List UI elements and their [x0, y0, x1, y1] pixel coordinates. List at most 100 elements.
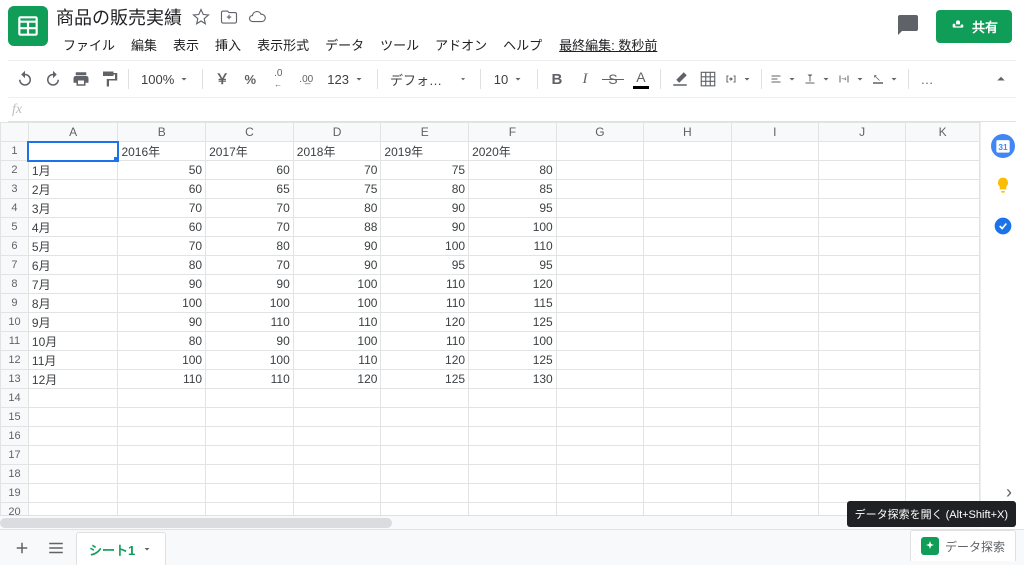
row-header[interactable]: 10 [1, 313, 29, 332]
strikethrough-button[interactable]: S [600, 66, 626, 92]
borders-button[interactable] [695, 66, 721, 92]
cell[interactable] [644, 294, 731, 313]
bold-button[interactable]: B [544, 66, 570, 92]
cell[interactable] [731, 161, 818, 180]
number-format-select[interactable]: 123 [321, 66, 371, 92]
cell[interactable] [118, 446, 206, 465]
cell[interactable] [469, 389, 557, 408]
cell[interactable] [206, 446, 294, 465]
cell[interactable] [293, 389, 381, 408]
row-header[interactable]: 18 [1, 465, 29, 484]
cell[interactable] [118, 389, 206, 408]
cell[interactable]: 70 [118, 237, 206, 256]
cell[interactable]: 6月 [28, 256, 118, 275]
cell[interactable] [731, 294, 818, 313]
cell[interactable]: 110 [381, 294, 469, 313]
cell[interactable] [556, 313, 643, 332]
cell[interactable] [556, 389, 643, 408]
cell[interactable] [731, 370, 818, 389]
font-size-select[interactable]: 10 [487, 66, 531, 92]
cell[interactable] [731, 446, 818, 465]
h-align-button[interactable] [768, 66, 800, 92]
cell[interactable]: 80 [293, 199, 381, 218]
menu-file[interactable]: ファイル [56, 32, 122, 57]
cell[interactable]: 95 [469, 199, 557, 218]
cell[interactable] [556, 446, 643, 465]
doc-title[interactable]: 商品の販売実績 [56, 4, 182, 30]
cell[interactable] [906, 313, 980, 332]
cell[interactable]: 85 [469, 180, 557, 199]
cell[interactable] [556, 161, 643, 180]
cell[interactable] [469, 408, 557, 427]
cell[interactable] [818, 142, 905, 161]
last-edit[interactable]: 最終編集: 数秒前 [559, 32, 657, 57]
row-header[interactable]: 12 [1, 351, 29, 370]
cell[interactable] [28, 446, 118, 465]
cell[interactable] [556, 465, 643, 484]
cell[interactable]: 60 [118, 218, 206, 237]
cell[interactable]: 100 [118, 351, 206, 370]
row-header[interactable]: 4 [1, 199, 29, 218]
horizontal-scrollbar[interactable] [0, 515, 980, 529]
cell[interactable]: 120 [293, 370, 381, 389]
side-panel-toggle-icon[interactable]: › [1006, 482, 1012, 503]
column-header[interactable]: A [28, 123, 118, 142]
column-header[interactable]: F [469, 123, 557, 142]
sheets-logo[interactable] [8, 6, 48, 46]
fill-color-button[interactable] [667, 66, 693, 92]
cell[interactable]: 70 [293, 161, 381, 180]
cell[interactable] [381, 427, 469, 446]
spreadsheet-grid[interactable]: ABCDEFGHIJK12016年2017年2018年2019年2020年21月… [0, 122, 980, 515]
cell[interactable] [28, 427, 118, 446]
merge-cells-button[interactable] [723, 66, 755, 92]
cell[interactable] [644, 427, 731, 446]
row-header[interactable]: 20 [1, 503, 29, 516]
cell[interactable] [818, 465, 905, 484]
column-header[interactable]: C [206, 123, 294, 142]
cell[interactable]: 60 [118, 180, 206, 199]
cell[interactable]: 88 [293, 218, 381, 237]
cell[interactable] [556, 484, 643, 503]
cell[interactable]: 75 [381, 161, 469, 180]
cell[interactable] [381, 408, 469, 427]
row-header[interactable]: 6 [1, 237, 29, 256]
cell[interactable]: 2月 [28, 180, 118, 199]
menu-addons[interactable]: アドオン [428, 32, 494, 57]
cell[interactable]: 90 [381, 218, 469, 237]
cell[interactable] [381, 465, 469, 484]
cell[interactable] [28, 389, 118, 408]
row-header[interactable]: 17 [1, 446, 29, 465]
cell[interactable] [118, 484, 206, 503]
cell[interactable]: 10月 [28, 332, 118, 351]
cell[interactable] [731, 275, 818, 294]
cell[interactable]: 70 [118, 199, 206, 218]
tasks-icon[interactable] [991, 214, 1015, 238]
dec-increase-button[interactable]: .0̲0 [293, 66, 319, 92]
cell[interactable] [206, 503, 294, 516]
cell[interactable] [906, 351, 980, 370]
cell[interactable]: 115 [469, 294, 557, 313]
row-header[interactable]: 19 [1, 484, 29, 503]
cell[interactable] [644, 313, 731, 332]
row-header[interactable]: 3 [1, 180, 29, 199]
cell[interactable] [906, 446, 980, 465]
cell[interactable]: 100 [469, 218, 557, 237]
cell[interactable] [906, 237, 980, 256]
cell[interactable] [731, 313, 818, 332]
cloud-status-icon[interactable] [248, 8, 266, 26]
row-header[interactable]: 8 [1, 275, 29, 294]
cell[interactable]: 110 [469, 237, 557, 256]
cell[interactable]: 125 [469, 351, 557, 370]
cell[interactable] [556, 218, 643, 237]
cell[interactable] [118, 427, 206, 446]
cell[interactable]: 100 [118, 294, 206, 313]
wrap-button[interactable] [836, 66, 868, 92]
cell[interactable]: 2016年 [118, 142, 206, 161]
cell[interactable] [293, 465, 381, 484]
cell[interactable]: 90 [293, 237, 381, 256]
explore-button[interactable]: データ探索 [910, 530, 1016, 561]
cell[interactable] [731, 408, 818, 427]
cell[interactable] [731, 332, 818, 351]
column-header[interactable]: J [818, 123, 905, 142]
cell[interactable]: 120 [381, 313, 469, 332]
